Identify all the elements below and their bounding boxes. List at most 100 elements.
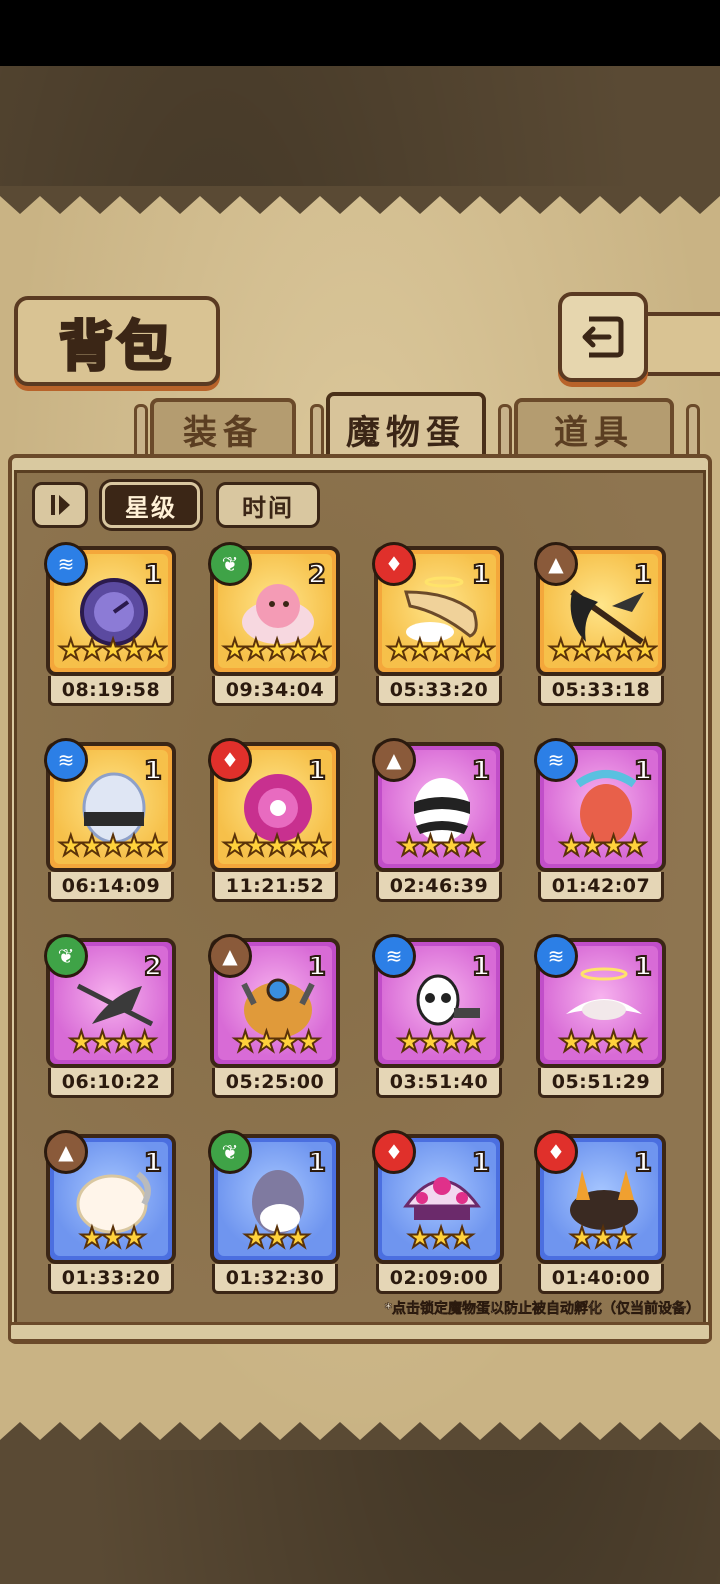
star-rating: ★★★★ xyxy=(558,828,648,863)
egg-card[interactable]: 1 ★★★★★ ▲ xyxy=(534,542,666,676)
star-rating: ★★★★★ xyxy=(221,828,332,863)
egg-count: 1 xyxy=(143,755,163,787)
egg-card[interactable]: 1 ★★★★★ ≋ xyxy=(44,738,176,872)
star-rating: ★★★★★ xyxy=(385,632,496,667)
fire-element-icon: ♦ xyxy=(372,542,416,586)
egg-card[interactable]: 1 ★★★★★ ♦ xyxy=(208,738,340,872)
hatch-timer: 09:34:04 xyxy=(212,676,338,706)
panel-bottom-rail xyxy=(8,1322,712,1342)
egg-card[interactable]: 1 ★★★★ ▲ xyxy=(372,738,504,872)
egg-card[interactable]: 1 ★★★★ ≋ xyxy=(534,934,666,1068)
nature-element-icon: ❦ xyxy=(208,542,252,586)
tab-monster-eggs-label: 魔物蛋 xyxy=(346,412,466,453)
water-element-icon: ≋ xyxy=(372,934,416,978)
tab-equipment[interactable]: 装备 xyxy=(150,398,296,460)
tab-items-label: 道具 xyxy=(554,412,634,453)
egg-count: 1 xyxy=(471,559,491,591)
sort-toggle-button[interactable] xyxy=(32,482,88,528)
egg-count: 1 xyxy=(307,1147,327,1179)
hatch-timer: 05:51:29 xyxy=(538,1068,664,1098)
egg-card[interactable]: 1 ★★★★ ≋ xyxy=(534,738,666,872)
star-rating: ★★★★ xyxy=(558,1024,648,1059)
egg-card[interactable]: 1 ★★★ ▲ xyxy=(44,1130,176,1264)
egg-slot[interactable]: 1 ★★★★ ≋ 03:51:40 xyxy=(370,934,508,1106)
sort-by-time-label: 时间 xyxy=(242,493,294,522)
hatch-timer: 02:46:39 xyxy=(376,872,502,902)
star-rating: ★★★★★ xyxy=(57,632,168,667)
star-rating: ★★★★★ xyxy=(57,828,168,863)
egg-card[interactable]: 1 ★★★★★ ♦ xyxy=(372,542,504,676)
water-element-icon: ≋ xyxy=(534,934,578,978)
egg-count: 1 xyxy=(633,559,653,591)
egg-count: 1 xyxy=(471,1147,491,1179)
egg-slot[interactable]: 1 ★★★★★ ♦ 11:21:52 xyxy=(206,738,344,910)
back-arrow-icon xyxy=(582,316,624,358)
water-element-icon: ≋ xyxy=(534,738,578,782)
egg-card[interactable]: 2 ★★★★★ ❦ xyxy=(208,542,340,676)
hatch-timer: 06:10:22 xyxy=(48,1068,174,1098)
star-rating: ★★★★ xyxy=(68,1024,158,1059)
hatch-timer: 05:33:20 xyxy=(376,676,502,706)
star-rating: ★★★ xyxy=(78,1220,147,1255)
sort-by-time-button[interactable]: 时间 xyxy=(216,482,320,528)
star-rating: ★★★★ xyxy=(396,1024,486,1059)
fire-element-icon: ♦ xyxy=(534,1130,578,1174)
egg-count: 1 xyxy=(143,559,163,591)
star-rating: ★★★★★ xyxy=(547,632,658,667)
earth-element-icon: ▲ xyxy=(44,1130,88,1174)
egg-slot[interactable]: 1 ★★★★★ ♦ 05:33:20 xyxy=(370,542,508,714)
zigzag-bottom-border xyxy=(0,1422,720,1450)
egg-card[interactable]: 1 ★★★ ♦ xyxy=(372,1130,504,1264)
egg-slot[interactable]: 1 ★★★★ ▲ 02:46:39 xyxy=(370,738,508,910)
egg-slot[interactable]: 1 ★★★ ❦ 01:32:30 xyxy=(206,1130,344,1302)
star-rating: ★★★ xyxy=(242,1220,311,1255)
water-element-icon: ≋ xyxy=(44,738,88,782)
egg-slot[interactable]: 1 ★★★★★ ≋ 08:19:58 xyxy=(42,542,180,714)
star-rating: ★★★★★ xyxy=(221,632,332,667)
earth-element-icon: ▲ xyxy=(372,738,416,782)
egg-slot[interactable]: 1 ★★★★ ▲ 05:25:00 xyxy=(206,934,344,1106)
egg-slot[interactable]: 1 ★★★ ▲ 01:33:20 xyxy=(42,1130,180,1302)
page-title-plate: 背包 xyxy=(14,296,220,386)
egg-slot[interactable]: 1 ★★★★★ ≋ 06:14:09 xyxy=(42,738,180,910)
egg-slot[interactable]: 2 ★★★★★ ❦ 09:34:04 xyxy=(206,542,344,714)
egg-card[interactable]: 1 ★★★★ ≋ xyxy=(372,934,504,1068)
sort-toggle-icon xyxy=(51,495,70,515)
sort-by-star-button[interactable]: 星级 xyxy=(102,482,200,528)
egg-card[interactable]: 2 ★★★★ ❦ xyxy=(44,934,176,1068)
fire-element-icon: ♦ xyxy=(208,738,252,782)
egg-count: 1 xyxy=(143,1147,163,1179)
egg-slot[interactable]: 1 ★★★★★ ▲ 05:33:18 xyxy=(532,542,670,714)
nature-element-icon: ❦ xyxy=(208,1130,252,1174)
egg-count: 2 xyxy=(307,559,327,591)
egg-count: 1 xyxy=(471,951,491,983)
status-bar xyxy=(0,0,720,66)
tab-equipment-label: 装备 xyxy=(183,412,263,453)
egg-slot[interactable]: 1 ★★★★ ≋ 01:42:07 xyxy=(532,738,670,910)
back-button[interactable] xyxy=(558,292,648,382)
egg-count: 1 xyxy=(307,755,327,787)
egg-count: 1 xyxy=(633,951,653,983)
egg-slot[interactable]: 1 ★★★ ♦ 02:09:00 xyxy=(370,1130,508,1302)
egg-card[interactable]: 1 ★★★ ♦ xyxy=(534,1130,666,1264)
hatch-timer: 06:14:09 xyxy=(48,872,174,902)
egg-count: 1 xyxy=(633,755,653,787)
egg-slot[interactable]: 2 ★★★★ ❦ 06:10:22 xyxy=(42,934,180,1106)
water-element-icon: ≋ xyxy=(44,542,88,586)
egg-count: 1 xyxy=(471,755,491,787)
tab-items[interactable]: 道具 xyxy=(514,398,674,460)
egg-card[interactable]: 1 ★★★ ❦ xyxy=(208,1130,340,1264)
fire-element-icon: ♦ xyxy=(372,1130,416,1174)
earth-element-icon: ▲ xyxy=(534,542,578,586)
egg-slot[interactable]: 1 ★★★ ♦ 01:40:00 xyxy=(532,1130,670,1302)
page-title: 背包 xyxy=(58,312,175,379)
egg-slot[interactable]: 1 ★★★★ ≋ 05:51:29 xyxy=(532,934,670,1106)
star-rating: ★★★ xyxy=(406,1220,475,1255)
hatch-timer: 01:40:00 xyxy=(538,1264,664,1294)
hatch-timer: 05:25:00 xyxy=(212,1068,338,1098)
egg-card[interactable]: 1 ★★★★★ ≋ xyxy=(44,542,176,676)
egg-card[interactable]: 1 ★★★★ ▲ xyxy=(208,934,340,1068)
star-rating: ★★★★ xyxy=(396,828,486,863)
star-rating: ★★★ xyxy=(568,1220,637,1255)
hatch-timer: 01:33:20 xyxy=(48,1264,174,1294)
